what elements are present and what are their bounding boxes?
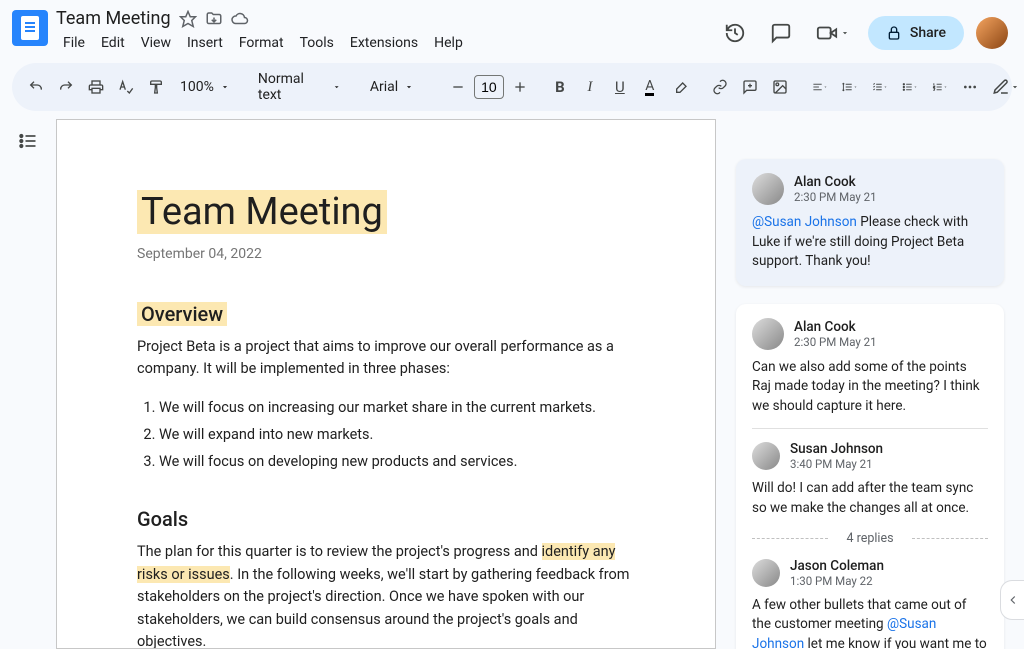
italic-button[interactable]: I: [576, 73, 604, 101]
outline-icon[interactable]: [12, 127, 44, 155]
menubar: File Edit View Insert Format Tools Exten…: [56, 31, 470, 55]
comment-time: 3:40 PM May 21: [790, 457, 883, 471]
share-button[interactable]: Share: [868, 16, 964, 50]
redo-button[interactable]: [52, 73, 80, 101]
increase-font-button[interactable]: [506, 73, 534, 101]
star-icon[interactable]: [179, 10, 197, 28]
font-size-input[interactable]: [474, 75, 504, 99]
commenter-name: Susan Johnson: [790, 441, 883, 457]
menu-insert[interactable]: Insert: [180, 31, 230, 55]
comments-icon[interactable]: [764, 16, 798, 50]
commenter-name: Alan Cook: [794, 174, 877, 190]
comment-body: Can we also add some of the points Raj m…: [752, 358, 988, 417]
line-spacing-button[interactable]: [836, 73, 864, 101]
list-item: We will focus on developing new products…: [159, 449, 635, 476]
comments-panel: Alan Cook 2:30 PM May 21 @Susan Johnson …: [716, 119, 1024, 649]
print-button[interactable]: [82, 73, 110, 101]
style-select[interactable]: Normal text: [250, 67, 350, 107]
share-label: Share: [910, 25, 946, 41]
spellcheck-button[interactable]: [112, 73, 140, 101]
menu-edit[interactable]: Edit: [94, 31, 132, 55]
commenter-avatar: [752, 442, 780, 470]
underline-button[interactable]: U: [606, 73, 634, 101]
move-icon[interactable]: [205, 10, 223, 28]
document-page[interactable]: Team Meeting September 04, 2022 Overview…: [56, 119, 716, 649]
goals-heading: Goals: [137, 507, 635, 531]
align-button[interactable]: [806, 73, 834, 101]
menu-format[interactable]: Format: [232, 31, 291, 55]
comment-time: 2:30 PM May 21: [794, 335, 877, 349]
numbered-list-button[interactable]: [926, 73, 954, 101]
checklist-button[interactable]: [866, 73, 894, 101]
lock-icon: [886, 25, 902, 41]
overview-body: Project Beta is a project that aims to i…: [137, 336, 635, 381]
insert-image-button[interactable]: [766, 73, 794, 101]
commenter-avatar: [752, 559, 780, 587]
reply-body: A few other bullets that came out of the…: [752, 596, 988, 649]
docs-logo[interactable]: [12, 10, 48, 46]
comment-body: @Susan Johnson Please check with Luke if…: [752, 213, 988, 272]
list-item: We will expand into new markets.: [159, 422, 635, 449]
doc-date: September 04, 2022: [137, 246, 635, 262]
comment-card[interactable]: Alan Cook 2:30 PM May 21 @Susan Johnson …: [736, 159, 1004, 286]
text-color-button[interactable]: A: [636, 73, 664, 101]
document-title[interactable]: Team Meeting: [56, 8, 171, 29]
history-icon[interactable]: [718, 16, 752, 50]
menu-extensions[interactable]: Extensions: [343, 31, 425, 55]
mention: @Susan Johnson: [752, 214, 857, 230]
toolbar: 100% Normal text Arial B I U A: [12, 63, 1012, 111]
more-button[interactable]: [956, 73, 984, 101]
comment-time: 1:30 PM May 22: [790, 574, 884, 588]
reply-body: Will do! I can add after the team sync s…: [752, 479, 988, 518]
comment-card[interactable]: Alan Cook 2:30 PM May 21 Can we also add…: [736, 304, 1004, 649]
menu-help[interactable]: Help: [427, 31, 470, 55]
replies-separator[interactable]: 4 replies: [752, 531, 988, 546]
bold-button[interactable]: B: [546, 73, 574, 101]
comment-time: 2:30 PM May 21: [794, 190, 877, 204]
add-comment-button[interactable]: [736, 73, 764, 101]
menu-file[interactable]: File: [56, 31, 92, 55]
goals-p1: The plan for this quarter is to review t…: [137, 541, 635, 649]
link-button[interactable]: [706, 73, 734, 101]
font-select[interactable]: Arial: [362, 75, 432, 99]
overview-heading: Overview: [137, 302, 227, 326]
commenter-name: Jason Coleman: [790, 558, 884, 574]
zoom-select[interactable]: 100%: [172, 75, 238, 99]
cloud-status-icon[interactable]: [231, 10, 249, 28]
side-panel-toggle[interactable]: [1000, 580, 1024, 620]
commenter-avatar: [752, 318, 784, 350]
phases-list: We will focus on increasing our market s…: [159, 395, 635, 475]
meet-icon[interactable]: [810, 16, 856, 50]
decrease-font-button[interactable]: [444, 73, 472, 101]
doc-title-heading: Team Meeting: [137, 190, 387, 234]
bulleted-list-button[interactable]: [896, 73, 924, 101]
undo-button[interactable]: [22, 73, 50, 101]
commenter-avatar: [752, 173, 784, 205]
menu-tools[interactable]: Tools: [293, 31, 341, 55]
editing-mode-button[interactable]: [986, 73, 1024, 101]
paint-format-button[interactable]: [142, 73, 170, 101]
list-item: We will focus on increasing our market s…: [159, 395, 635, 422]
commenter-name: Alan Cook: [794, 319, 877, 335]
account-avatar[interactable]: [976, 17, 1008, 49]
menu-view[interactable]: View: [134, 31, 178, 55]
highlight-button[interactable]: [666, 73, 694, 101]
